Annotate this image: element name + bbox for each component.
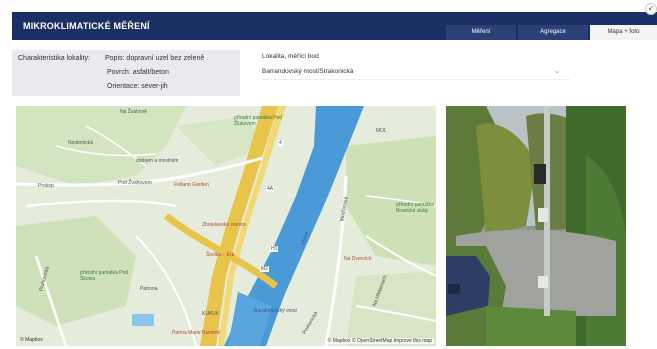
- route-shield: 4A: [266, 186, 275, 192]
- map-label: Noutonická: [68, 140, 94, 146]
- map-label: Prokop: [38, 183, 54, 189]
- location-selected-value: Barrandovský most/Strakonická: [262, 68, 354, 75]
- char-key: Orientace:: [107, 83, 140, 90]
- char-key: Povrch:: [107, 69, 131, 76]
- route-shield: 4: [278, 140, 283, 146]
- collapse-arrow-icon[interactable]: ↙: [645, 3, 657, 15]
- chevron-down-icon: ⌄: [554, 68, 560, 75]
- location-label: Lokalita, měřící bod: [262, 53, 319, 60]
- map-label: Patrona: [140, 286, 158, 292]
- route-shield: H1: [270, 246, 279, 252]
- route-shield: M2: [260, 266, 269, 272]
- map-label: Parma Marie Baletmé: [172, 330, 221, 336]
- map-label: Školka – Erb: [206, 252, 235, 258]
- map-label: Na Žvahově: [120, 109, 147, 115]
- mapbox-logo[interactable]: © Mapbox: [20, 337, 43, 343]
- char-key: Popis:: [105, 55, 125, 62]
- map-label: Barrandovský most: [254, 308, 297, 314]
- location-photo: [446, 106, 626, 346]
- app-title: MIKROKLIMATICKÉ MĚŘENÍ: [23, 21, 150, 31]
- map-label: přírodní památka Pod Žlukovem: [234, 115, 283, 127]
- photo-graphic: [446, 106, 626, 346]
- char-value: asfalt/beton: [132, 69, 169, 76]
- char-row-orientace: Orientace: sever-jih: [107, 83, 168, 90]
- map-label: Pod Žvahovem: [118, 180, 152, 186]
- map-label: MOL: [376, 128, 387, 134]
- characteristics-panel: Charakteristika lokality: Popis: dopravn…: [12, 50, 240, 96]
- tab-mereni[interactable]: Měření: [446, 25, 516, 40]
- map-attribution[interactable]: © Mapbox © OpenStreetMap Improve this ma…: [325, 338, 434, 344]
- map-label: přírodní památka Branické skály: [396, 202, 434, 214]
- map-label: dobrem a mostisim: [136, 158, 179, 164]
- map-label: Foltano Garden: [174, 182, 209, 188]
- map-view[interactable]: Na Žvahově Noutonická přírodní památka P…: [16, 106, 436, 346]
- tab-mapa-foto[interactable]: Mapa + foto: [590, 25, 657, 40]
- char-row-popis: Popis: dopravní uzel bez zeleně: [105, 55, 204, 62]
- map-label: Na Dvorcích: [344, 256, 372, 262]
- map-label: přírodní památka Pod Školou: [80, 270, 129, 282]
- char-row-povrch: Povrch: asfalt/beton: [107, 69, 169, 76]
- tab-agregace[interactable]: Agregace: [518, 25, 588, 40]
- app-header: MIKROKLIMATICKÉ MĚŘENÍ Měření Agregace M…: [12, 12, 657, 40]
- char-value: dopravní uzel bez zeleně: [126, 55, 205, 62]
- location-select[interactable]: Barrandovský most/Strakonická ⌄: [262, 64, 570, 80]
- map-label: Zbraslavská stanice: [202, 222, 247, 228]
- characteristics-label: Charakteristika lokality:: [18, 55, 90, 62]
- map-label: KUKUK: [202, 311, 220, 317]
- char-value: sever-jih: [141, 83, 168, 90]
